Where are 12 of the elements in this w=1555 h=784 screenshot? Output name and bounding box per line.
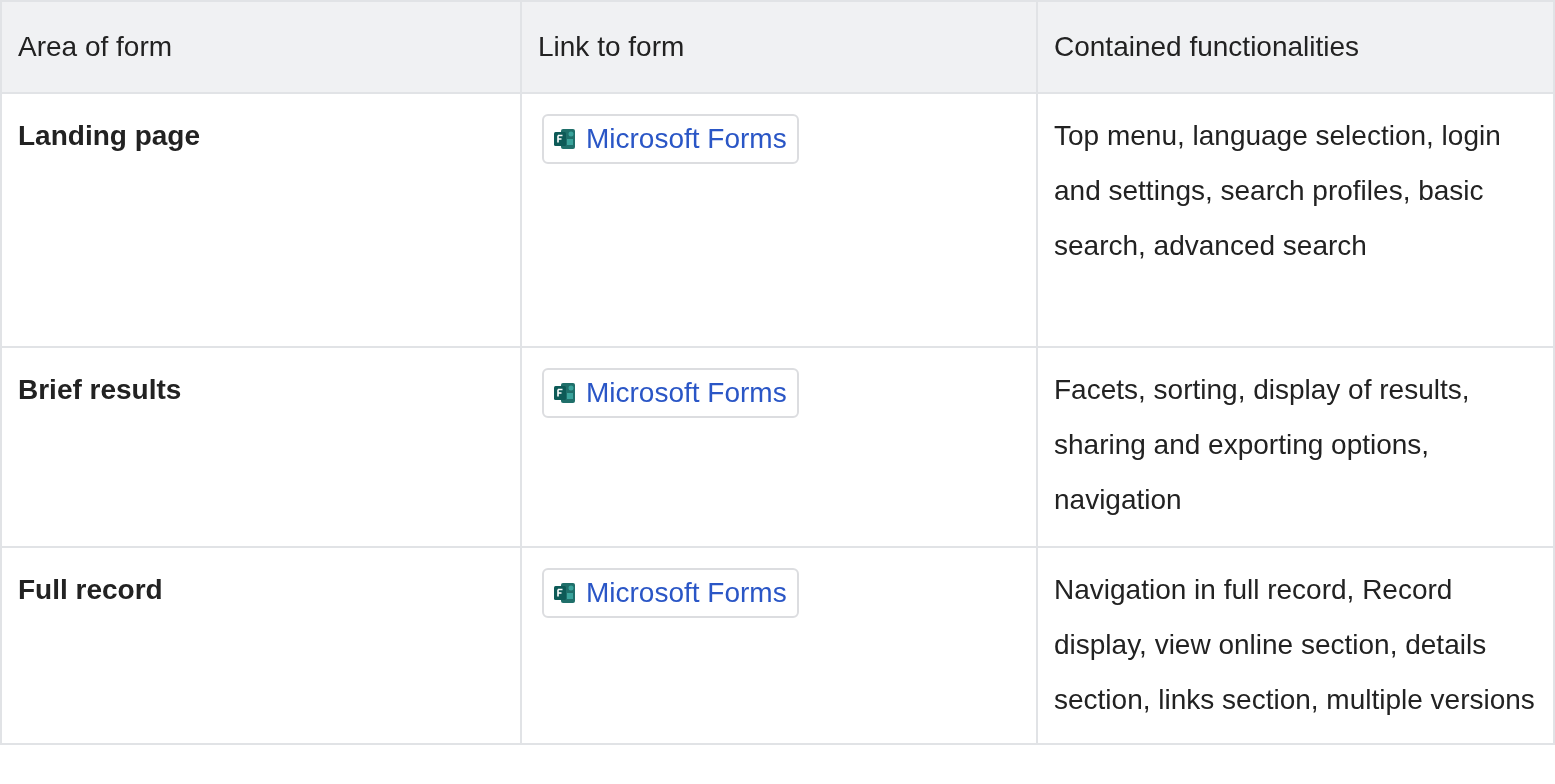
table-cell: Full record [1, 547, 521, 744]
microsoft-forms-link[interactable]: Microsoft Forms [542, 568, 799, 618]
microsoft-forms-link[interactable]: Microsoft Forms [542, 368, 799, 418]
table-cell: Top menu, language selection, login and settings, search profiles, basic search, advanced search [1037, 93, 1554, 347]
column-header: Contained functionalities [1037, 1, 1554, 93]
table-cell: Navigation in full record, Record display, view online section, details section, links section, multiple versions [1037, 547, 1554, 744]
microsoft-forms-link[interactable]: Microsoft Forms [542, 114, 799, 164]
column-header: Link to form [521, 1, 1037, 93]
column-header: Area of form [1, 1, 521, 93]
table-cell: Landing page [1, 93, 521, 347]
table-cell: Brief results [1, 347, 521, 547]
table-cell: Facets, sorting, display of results, sharing and exporting options, navigation [1037, 347, 1554, 547]
